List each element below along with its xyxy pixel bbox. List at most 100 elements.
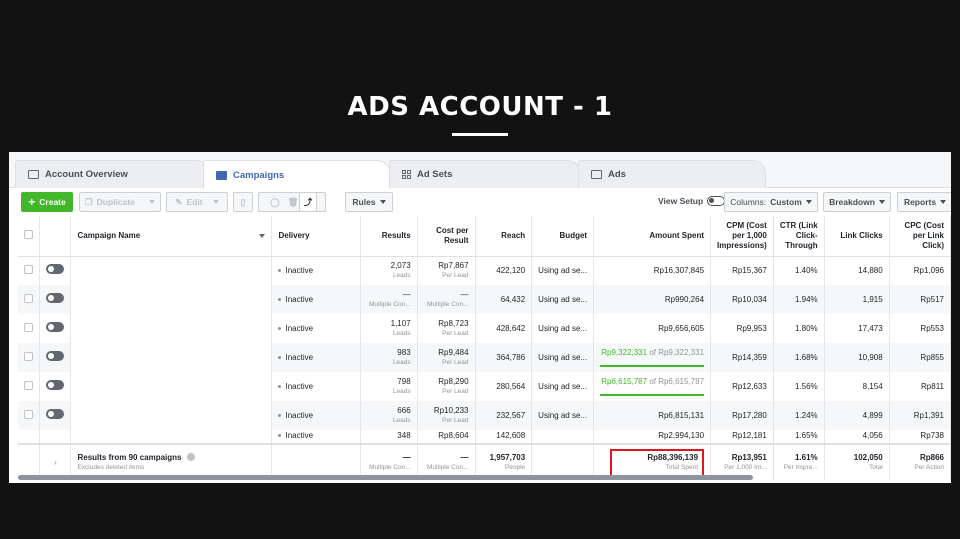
ctr-cell: 1.24% (773, 401, 825, 430)
spent-cell: Rp9,656,605 (593, 314, 712, 343)
chevron-right-icon[interactable]: › (54, 458, 57, 467)
cpc-cell: Rp553 (889, 314, 951, 343)
campaign-toggle[interactable] (46, 322, 65, 332)
ad-sets-grid-icon (402, 170, 411, 179)
toggle-cell[interactable] (39, 314, 72, 343)
cpc-cell: Rp1,096 (889, 256, 951, 285)
row-checkbox-cell[interactable] (18, 372, 41, 401)
cpc-cell: Rp855 (889, 343, 951, 372)
row-checkbox[interactable] (24, 322, 34, 332)
campaign-name-cell[interactable] (70, 401, 273, 430)
horizontal-scrollbar[interactable] (18, 475, 753, 480)
reports-dropdown[interactable]: Reports (897, 192, 951, 212)
row-checkbox-cell[interactable] (18, 285, 41, 314)
tab-ad-sets[interactable]: Ad Sets (389, 160, 581, 188)
campaign-name-cell[interactable] (70, 285, 273, 314)
table-row-partial[interactable]: Inactive 348 Rp8,604 142,608 Rp2,994,130… (18, 430, 951, 444)
status-dot (278, 355, 282, 359)
toggle-switch[interactable] (707, 196, 726, 206)
cost-cell: Rp8,604 (417, 430, 476, 444)
create-button[interactable]: + Create (21, 192, 73, 212)
tab-label: Ads (608, 169, 626, 180)
cpm-cell: Rp14,359 (710, 343, 774, 372)
campaign-name-cell[interactable] (70, 372, 273, 401)
duplicate-button[interactable]: ❐ Duplicate (79, 192, 161, 212)
trash-icon[interactable]: 🗑 (288, 197, 299, 208)
column-header-spent[interactable]: Amount Spent (593, 216, 712, 257)
row-checkbox-cell[interactable] (18, 401, 41, 430)
column-header-name[interactable]: Campaign Name (70, 216, 273, 257)
column-header-delivery[interactable]: Delivery (271, 216, 361, 257)
campaign-name-cell[interactable] (70, 314, 273, 343)
row-checkbox[interactable] (24, 409, 34, 419)
clipboard-icon[interactable]: ▯ (233, 192, 253, 212)
campaign-name-cell[interactable] (70, 343, 273, 372)
select-all-cell[interactable] (18, 216, 41, 257)
campaign-toggle[interactable] (46, 264, 65, 275)
column-header-cpm[interactable]: CPM (Cost per 1,000 Impressions) (710, 216, 774, 257)
delivery-cell: Inactive (271, 343, 361, 372)
campaign-toggle[interactable] (46, 380, 65, 390)
column-header-reach[interactable]: Reach (475, 216, 533, 257)
table-row[interactable]: Inactive 2,073 Leads Rp7,867 Per Lead 422,120… (18, 256, 951, 285)
budget-cell: Using ad se... (531, 285, 595, 314)
row-checkbox[interactable] (24, 293, 34, 303)
chart-icon[interactable]: ⤴ (299, 192, 317, 212)
column-header-ctr[interactable]: CTR (Link Click-Through (773, 216, 825, 257)
ads-icon (591, 170, 602, 179)
view-setup-toggle[interactable]: View Setup (658, 196, 726, 206)
toolbar: + Create ❐ Duplicate ✎ Edit ▯ ◯ 🗑 ⬟ ⤴ Ru… (9, 189, 951, 215)
delivery-cell: Inactive (271, 430, 361, 444)
breakdown-dropdown[interactable]: Breakdown (823, 192, 891, 212)
toggle-cell[interactable] (39, 343, 72, 372)
row-checkbox-cell[interactable] (18, 314, 41, 343)
row-checkbox[interactable] (24, 264, 34, 274)
refresh-icon[interactable]: ◯ (270, 197, 280, 208)
table-row[interactable]: Inactive 983 Leads Rp9,484 Per Lead 364,786 Us… (18, 343, 951, 372)
tab-ads[interactable]: Ads (578, 160, 766, 188)
row-checkbox[interactable] (24, 380, 34, 390)
toggle-cell[interactable] (39, 285, 72, 314)
delivery-cell: Inactive (271, 256, 361, 285)
table-row[interactable]: Inactive — Multiple Con... — Multiple Con...… (18, 285, 951, 314)
chevron-down-icon[interactable] (259, 233, 266, 238)
campaign-toggle[interactable] (46, 293, 65, 303)
row-checkbox-cell[interactable] (18, 256, 41, 285)
table-row[interactable]: Inactive 1,107 Leads Rp8,723 Per Lead 428,642… (18, 314, 951, 343)
plus-icon: + (28, 195, 36, 209)
tab-campaigns[interactable]: Campaigns (203, 160, 391, 189)
status-dot (278, 297, 282, 301)
cpc-cell: Rp811 (889, 372, 951, 401)
campaign-name-cell[interactable] (70, 256, 273, 285)
pencil-icon: ✎ (175, 196, 183, 207)
row-checkbox[interactable] (24, 351, 34, 361)
toggle-cell[interactable] (39, 372, 72, 401)
toggle-header (39, 216, 72, 257)
column-header-cost[interactable]: Cost per Result (417, 216, 476, 257)
column-header-budget[interactable]: Budget (531, 216, 595, 257)
column-header-cpc[interactable]: CPC (Cost per Link Click) (889, 216, 951, 257)
ctr-cell: 1.40% (773, 256, 825, 285)
table-row[interactable]: Inactive 798 Leads Rp8,290 Per Lead 280,564 Us… (18, 372, 951, 401)
column-header-results[interactable]: Results (360, 216, 418, 257)
edit-button[interactable]: ✎ Edit (166, 192, 228, 212)
breakdown-label: Breakdown (829, 197, 875, 207)
duplicate-label: Duplicate (96, 197, 135, 207)
info-icon[interactable] (186, 453, 195, 462)
rules-button[interactable]: Rules (345, 192, 393, 212)
results-cell: — Multiple Con... (360, 285, 418, 314)
campaign-toggle[interactable] (46, 351, 65, 361)
campaign-toggle[interactable] (46, 409, 65, 419)
table-row[interactable]: Inactive 666 Leads Rp10,233 Per Lead 232,567 U… (18, 401, 951, 430)
delivery-cell: Inactive (271, 314, 361, 343)
toggle-cell[interactable] (39, 256, 72, 285)
totals-label: Results from 90 campaigns (77, 452, 182, 462)
select-all-checkbox[interactable] (24, 229, 34, 239)
columns-dropdown[interactable]: Columns: Custom (724, 192, 818, 212)
column-header-clicks[interactable]: Link Clicks (824, 216, 890, 257)
clicks-cell: 10,908 (824, 343, 890, 372)
tab-account-overview[interactable]: Account Overview (15, 160, 211, 188)
row-checkbox-cell[interactable] (18, 343, 41, 372)
totals-sublabel: Excludes deleted items (77, 463, 145, 471)
toggle-cell[interactable] (39, 401, 72, 430)
